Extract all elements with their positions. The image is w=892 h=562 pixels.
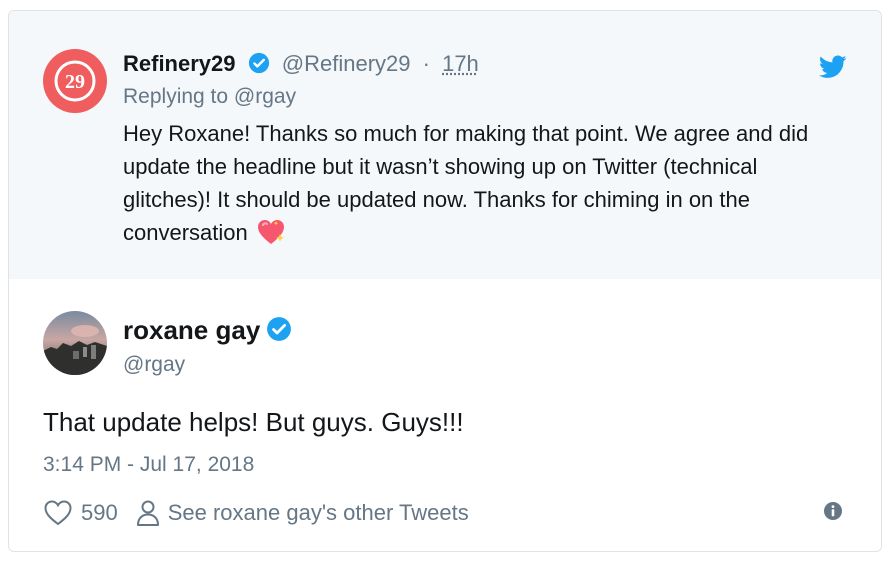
replying-to-label[interactable]: Replying to @rgay [123, 85, 296, 109]
heart-icon[interactable] [43, 499, 73, 527]
tweet-actions: 590 See roxane gay's other Tweets [43, 497, 469, 529]
parent-time-label[interactable]: 17h [442, 51, 479, 76]
twitter-bird-icon[interactable] [818, 55, 847, 84]
sparkling-heart-emoji [256, 218, 286, 255]
parent-author-name[interactable]: Refinery29 [123, 51, 236, 76]
embedded-tweet-card: 29 Refinery29 @Refinery29 · 17h Replying… [8, 10, 882, 552]
parent-tweet-time[interactable]: 17h [442, 51, 479, 76]
parent-tweet-header: Refinery29 @Refinery29 · 17h [123, 51, 479, 80]
other-tweets-link[interactable]: See roxane gay's other Tweets [168, 500, 469, 526]
main-tweet-text: That update helps! But guys. Guys!!! [43, 407, 464, 437]
separator-dot: · [422, 51, 430, 76]
roxane-gay-avatar-photo [43, 311, 107, 375]
parent-tweet-body: Hey Roxane! Thanks so much for making th… [123, 121, 809, 245]
parent-author-handle[interactable]: @Refinery29 [282, 51, 411, 76]
verified-badge-icon [266, 316, 292, 349]
parent-tweet[interactable]: 29 Refinery29 @Refinery29 · 17h Replying… [9, 11, 881, 279]
main-author-handle[interactable]: @rgay [123, 353, 185, 377]
refinery29-logo-icon: 29 [54, 60, 96, 102]
main-author-name-text[interactable]: roxane gay [123, 315, 260, 345]
main-author-name[interactable]: roxane gay [123, 315, 292, 349]
person-icon[interactable] [136, 499, 160, 527]
parent-tweet-text: Hey Roxane! Thanks so much for making th… [123, 117, 843, 255]
logo-text: 29 [65, 71, 85, 93]
like-count[interactable]: 590 [81, 500, 118, 526]
info-icon[interactable] [823, 501, 843, 526]
verified-badge-icon [248, 52, 270, 80]
main-tweet-timestamp[interactable]: 3:14 PM - Jul 17, 2018 [43, 453, 254, 477]
roxane-gay-avatar[interactable] [43, 311, 107, 375]
refinery29-avatar[interactable]: 29 [43, 49, 107, 113]
